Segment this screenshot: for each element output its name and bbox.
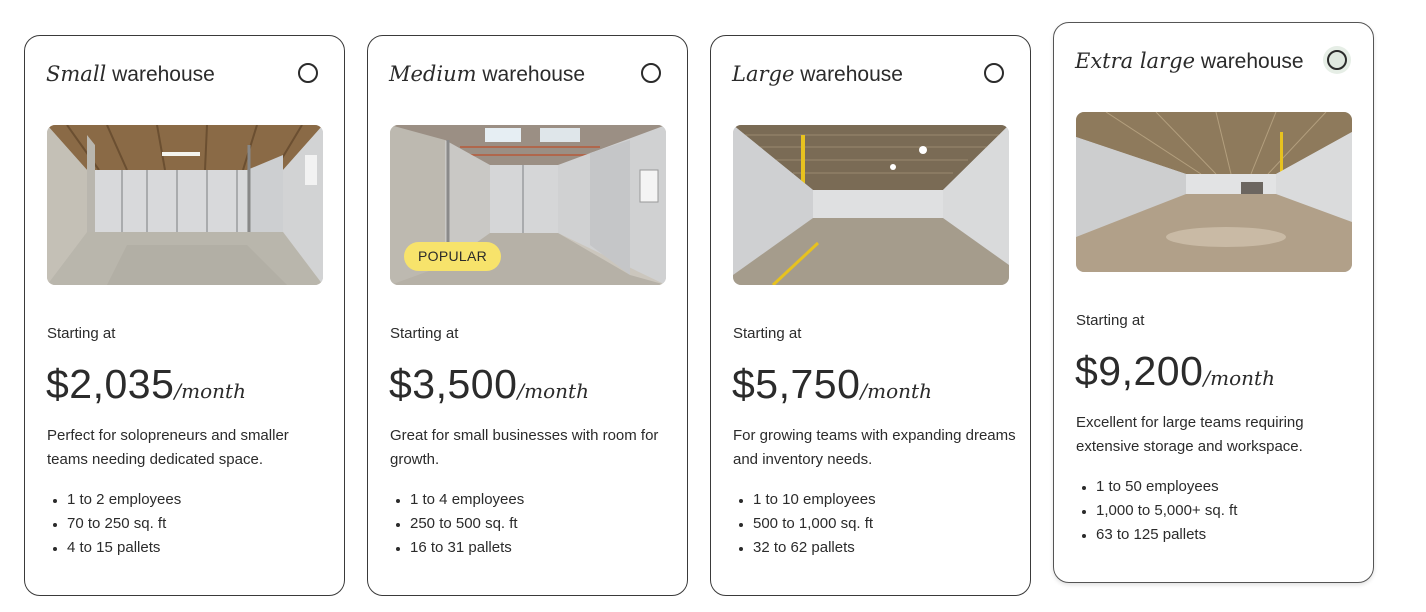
plan-card-small[interactable]: Small warehouse Starting at $2,035/month… [24, 35, 345, 596]
plan-description: Perfect for solopreneurs and smaller tea… [47, 427, 289, 468]
card-title: Large warehouse [732, 60, 903, 89]
price: $9,200/month [1075, 345, 1275, 397]
warehouse-photo [733, 125, 1009, 285]
feature-item: 250 to 500 sq. ft [410, 512, 524, 536]
card-size-word: Medium [389, 62, 477, 86]
feature-item: 1 to 10 employees [753, 488, 876, 512]
feature-item: 32 to 62 pallets [753, 536, 876, 560]
feature-list: 1 to 50 employees 1,000 to 5,000+ sq. ft… [1076, 475, 1237, 547]
warehouse-photo [47, 125, 323, 285]
feature-item: 4 to 15 pallets [67, 536, 181, 560]
popular-badge: POPULAR [404, 242, 502, 271]
warehouse-photo: POPULAR [390, 125, 666, 285]
price-amount: $9,200 [1075, 348, 1204, 394]
price-amount: $5,750 [732, 361, 861, 407]
price: $5,750/month [732, 358, 932, 410]
select-radio[interactable] [641, 63, 661, 83]
plan-description: Great for small businesses with room for… [390, 427, 659, 468]
card-title: Medium warehouse [389, 60, 585, 89]
plan-description: For growing teams with expanding dreams … [733, 427, 1016, 468]
price-period: /month [860, 379, 932, 403]
card-size-word: Extra large [1075, 49, 1195, 73]
select-radio[interactable] [984, 63, 1004, 83]
feature-item: 1 to 2 employees [67, 488, 181, 512]
feature-list: 1 to 10 employees 500 to 1,000 sq. ft 32… [733, 488, 876, 560]
feature-list: 1 to 2 employees 70 to 250 sq. ft 4 to 1… [47, 488, 181, 560]
price-period: /month [1203, 366, 1275, 390]
feature-item: 16 to 31 pallets [410, 536, 524, 560]
price: $2,035/month [46, 358, 246, 410]
starting-at-label: Starting at [47, 325, 116, 342]
plan-card-medium[interactable]: Medium warehouse POPULAR Starting at $3,… [367, 35, 688, 596]
starting-at-label: Starting at [1076, 312, 1145, 329]
plan-card-large[interactable]: Large warehouse Starting at $5,750/month… [710, 35, 1031, 596]
card-title-suffix: warehouse [482, 63, 586, 86]
plan-card-extra-large[interactable]: Extra large warehouse Starting at $9,200… [1053, 22, 1374, 583]
feature-item: 70 to 250 sq. ft [67, 512, 181, 536]
feature-list: 1 to 4 employees 250 to 500 sq. ft 16 to… [390, 488, 524, 560]
card-size-word: Small [46, 62, 107, 86]
card-title-suffix: warehouse [800, 63, 903, 86]
card-title-suffix: warehouse [1200, 50, 1304, 73]
warehouse-photo [1076, 112, 1352, 272]
price-period: /month [174, 379, 246, 403]
plan-description: Excellent for large teams requiring exte… [1076, 414, 1304, 455]
starting-at-label: Starting at [390, 325, 459, 342]
starting-at-label: Starting at [733, 325, 802, 342]
price-amount: $3,500 [389, 361, 518, 407]
card-title: Extra large warehouse [1075, 47, 1304, 76]
price-period: /month [517, 379, 589, 403]
feature-item: 1 to 50 employees [1096, 475, 1237, 499]
select-radio[interactable] [1327, 50, 1347, 70]
feature-item: 1 to 4 employees [410, 488, 524, 512]
card-title-suffix: warehouse [112, 63, 215, 86]
card-size-word: Large [732, 62, 795, 86]
feature-item: 500 to 1,000 sq. ft [753, 512, 876, 536]
price-amount: $2,035 [46, 361, 175, 407]
feature-item: 63 to 125 pallets [1096, 523, 1237, 547]
feature-item: 1,000 to 5,000+ sq. ft [1096, 499, 1237, 523]
card-title: Small warehouse [46, 60, 215, 89]
select-radio[interactable] [298, 63, 318, 83]
price: $3,500/month [389, 358, 589, 410]
